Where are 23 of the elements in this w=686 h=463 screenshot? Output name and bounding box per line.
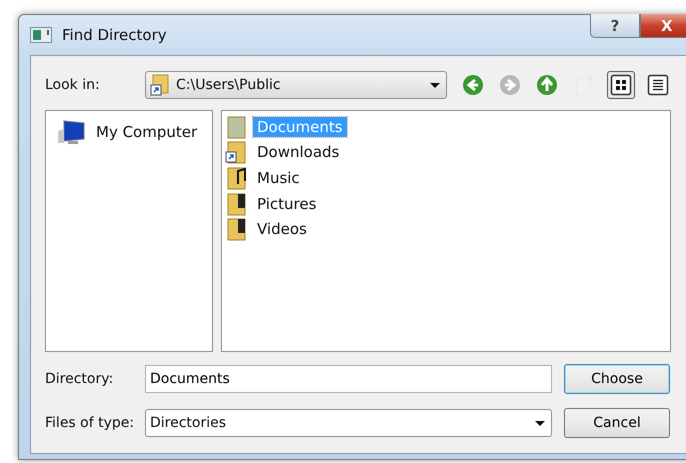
folder-item[interactable]: Videos: [253, 219, 311, 240]
close-button[interactable]: X: [640, 14, 686, 38]
folder-shortcut-icon: [150, 74, 170, 96]
files-of-type-label: Files of type:: [45, 415, 136, 431]
directory-label: Directory:: [45, 371, 114, 387]
folder-item[interactable]: Pictures: [253, 194, 320, 214]
file-type-dropdown[interactable]: Directories: [145, 409, 552, 437]
choose-button[interactable]: Choose: [564, 364, 670, 394]
cancel-button[interactable]: Cancel: [564, 408, 670, 438]
computer-icon: [56, 119, 86, 145]
directory-field[interactable]: Documents: [145, 365, 552, 393]
folder-item[interactable]: Downloads: [253, 142, 344, 162]
window-icon: [30, 27, 52, 43]
look-in-dropdown[interactable]: C:\Users\Public: [145, 71, 447, 99]
detail-view-button[interactable]: [607, 71, 635, 99]
look-in-label: Look in:: [45, 77, 101, 93]
caret-icon: [430, 82, 440, 88]
music-folder-icon: [225, 166, 249, 190]
sidebar-item[interactable]: My Computer: [96, 123, 198, 141]
window-title: Find Directory: [62, 26, 167, 44]
help-button[interactable]: ?: [590, 14, 640, 38]
folder-item[interactable]: Music: [253, 168, 304, 188]
caret-icon: [535, 420, 545, 426]
